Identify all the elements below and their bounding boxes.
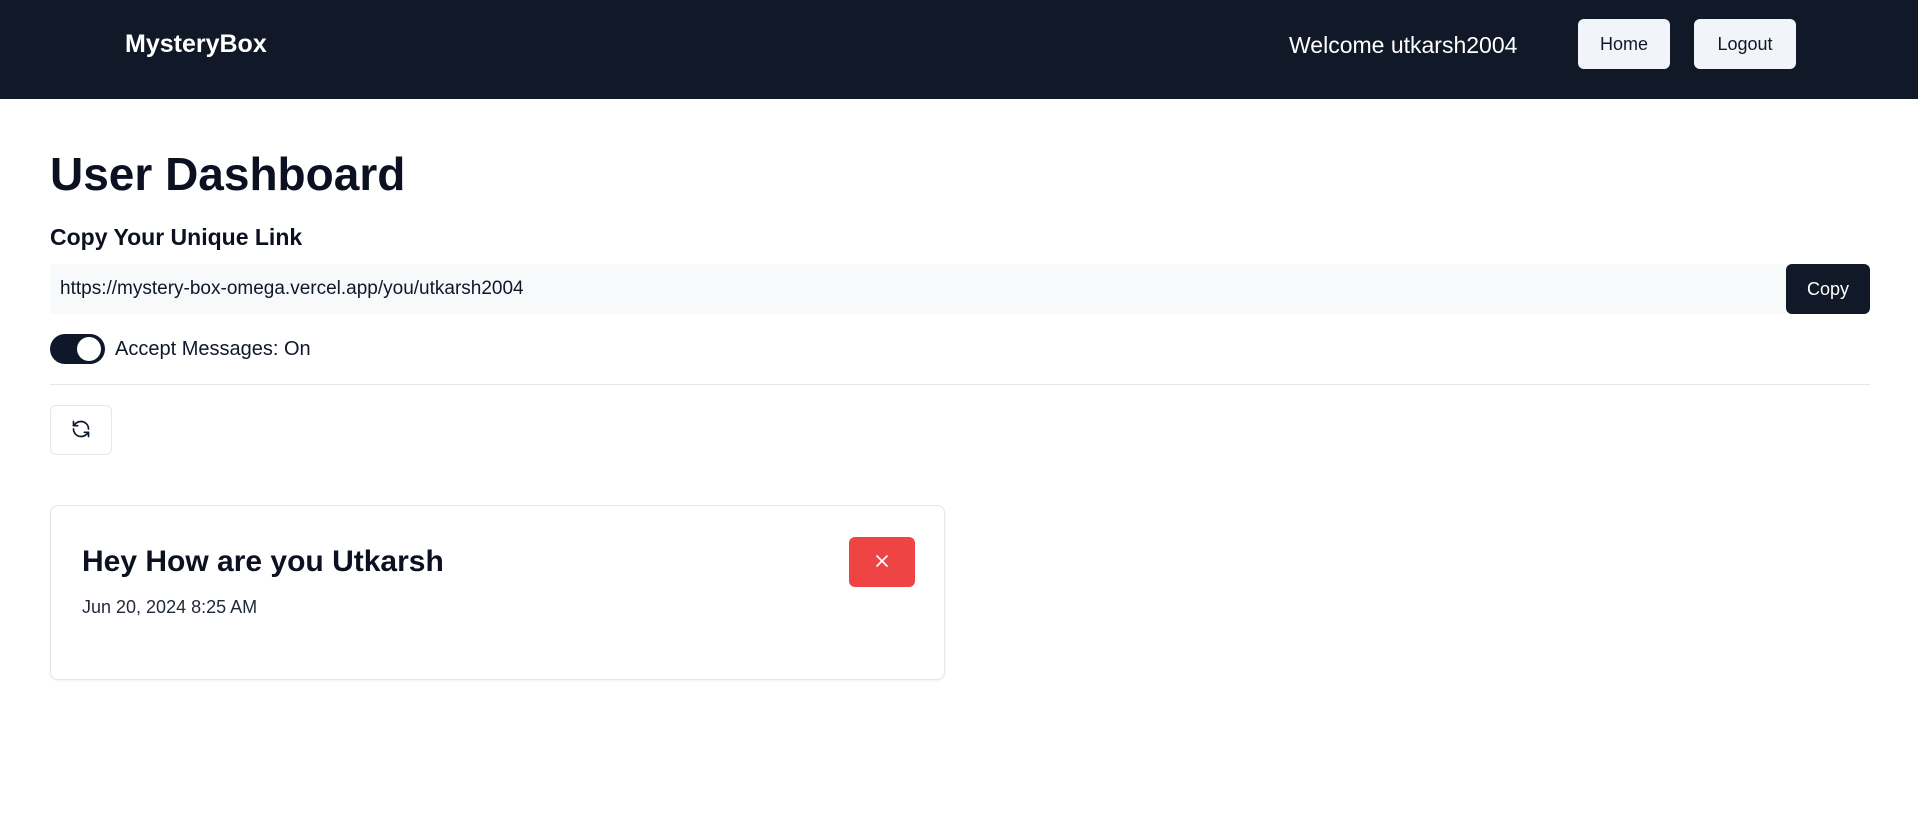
unique-link-label: Copy Your Unique Link	[50, 224, 303, 250]
close-icon	[872, 551, 892, 574]
delete-message-button[interactable]	[849, 537, 915, 587]
copy-button[interactable]: Copy	[1786, 264, 1870, 314]
divider	[50, 384, 1870, 385]
message-date: Jun 20, 2024 8:25 AM	[82, 597, 258, 617]
refresh-icon	[71, 419, 91, 442]
refresh-button[interactable]	[50, 405, 112, 455]
brand-logo[interactable]: MysteryBox	[125, 28, 267, 60]
welcome-text: Welcome utkarsh2004	[1289, 32, 1518, 58]
top-navbar: MysteryBox Welcome utkarsh2004 Home Logo…	[0, 0, 1918, 99]
accept-messages-label: Accept Messages: On	[115, 338, 311, 360]
logout-button[interactable]: Logout	[1694, 19, 1796, 69]
unique-link-input[interactable]	[50, 264, 1786, 314]
message-content: Hey How are you Utkarsh	[82, 545, 444, 578]
home-button[interactable]: Home	[1578, 19, 1670, 69]
message-card: Hey How are you Utkarsh Jun 20, 2024 8:2…	[50, 505, 945, 680]
page-title: User Dashboard	[50, 148, 406, 200]
accept-messages-switch[interactable]	[50, 334, 105, 364]
switch-knob	[77, 337, 101, 361]
